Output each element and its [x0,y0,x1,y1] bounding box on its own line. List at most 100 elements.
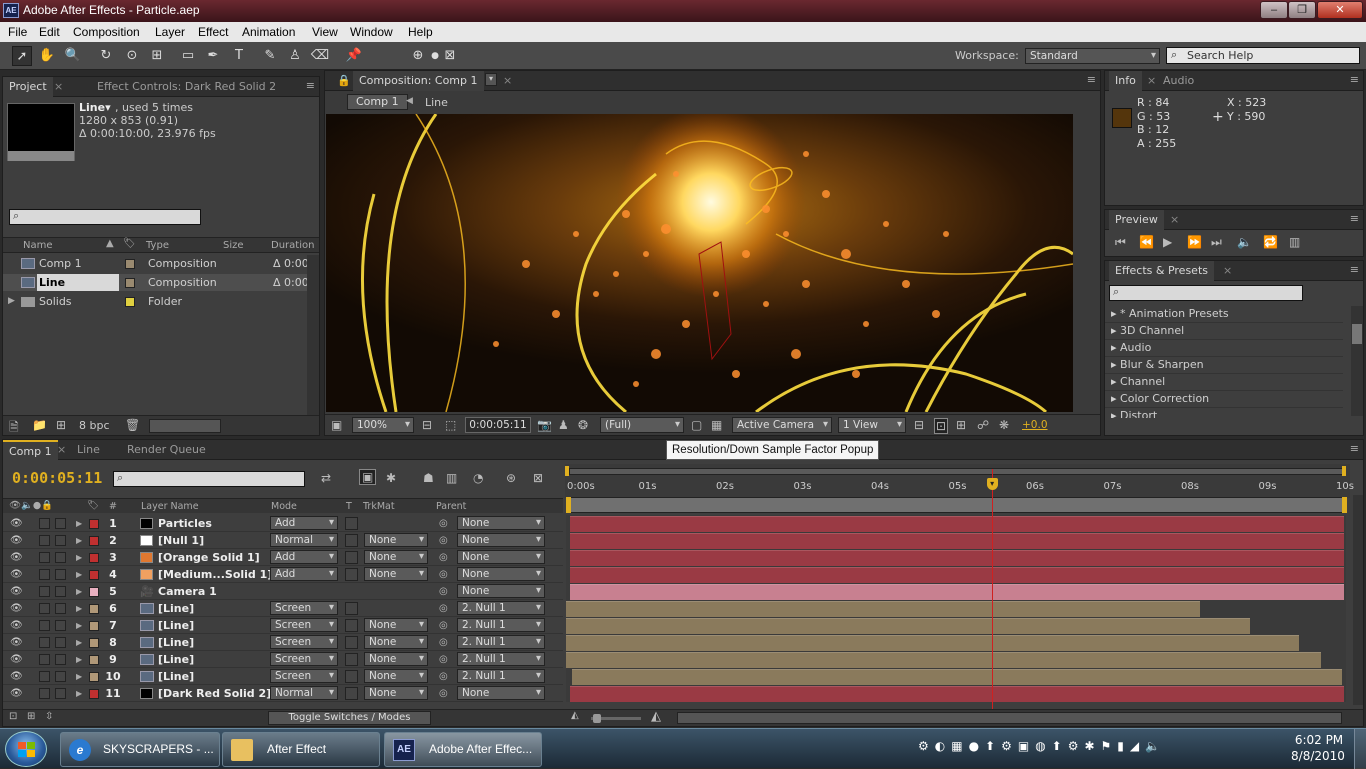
label-color[interactable] [89,536,99,546]
brainstorm-icon[interactable]: ⊛ [506,471,516,485]
active-camera-dropdown[interactable]: Active Camera [732,417,832,433]
preserve-transparency-checkbox[interactable] [345,568,358,581]
flowchart-icon[interactable]: ☍ [977,418,989,432]
track-matte-dropdown[interactable]: None [364,652,428,666]
breadcrumb-line[interactable]: Line [425,96,448,109]
preserve-transparency-checkbox[interactable] [345,602,358,615]
blend-mode-dropdown[interactable]: Add [270,550,338,564]
horizontal-scrollbar[interactable] [149,419,221,433]
expand-arrow-icon[interactable]: ▶ [8,293,15,310]
column-type[interactable]: Type [146,240,169,251]
panel-menu-icon[interactable]: ≡ [1087,73,1096,86]
frame-blending-icon[interactable]: ▥ [446,471,457,485]
panel-menu-icon[interactable]: ≡ [306,79,315,92]
expand-arrow-icon[interactable]: ▶ [76,668,82,685]
blend-mode-dropdown[interactable]: Normal [270,533,338,547]
eye-icon[interactable]: 👁 [10,668,23,685]
eye-icon[interactable]: 👁 [10,532,23,549]
layer-duration-bar[interactable] [569,516,1344,532]
first-frame-icon[interactable]: ⏮ [1115,235,1126,250]
audio-icon[interactable]: 🔈 [1237,235,1252,249]
expand-arrow-icon[interactable]: ▶ [76,600,82,617]
resolution-dropdown[interactable]: (Full) [600,417,684,433]
table-row[interactable]: 👁 ▶ 9 [Line] Screen None ◎ 2. Null 1 [3,651,563,668]
preserve-transparency-checkbox[interactable] [345,534,358,547]
zoom-in-icon[interactable]: ◭ [651,709,661,724]
blend-mode-dropdown[interactable]: Normal [270,686,338,700]
transfer-controls-icon[interactable]: ⊞ [27,711,35,722]
menu-edit[interactable]: Edit [39,25,60,39]
transparency-grid-icon[interactable]: ▦ [711,418,722,432]
layer-duration-bar[interactable] [566,618,1251,634]
blend-mode-dropdown[interactable]: Screen [270,669,338,683]
column-mode[interactable]: Mode [271,501,297,512]
system-tray-icons[interactable]: ⚙◐▦●⬆⚙▣◍⬆⚙✱⚑▮◢🔈 [918,739,1166,753]
list-item[interactable]: ▸ Distort [1105,408,1343,418]
label-color[interactable] [89,570,99,580]
playhead-line[interactable] [991,469,993,709]
pick-whip-icon[interactable]: ◎ [439,583,448,600]
channel-rgb-icon[interactable]: ❂ [578,418,588,432]
lock-switch[interactable] [55,671,66,682]
eye-icon[interactable]: 👁 [10,634,23,651]
navigator-end-handle[interactable] [1342,466,1346,476]
region-of-interest-icon[interactable]: ▢ [691,418,702,432]
pick-whip-icon[interactable]: ◎ [439,634,448,651]
graph-editor-icon[interactable]: ⊠ [533,471,543,485]
table-row[interactable]: 👁 ▶ 8 [Line] Screen None ◎ 2. Null 1 [3,634,563,651]
blend-mode-dropdown[interactable]: Screen [270,635,338,649]
solo-switch[interactable] [39,603,50,614]
view-axis-mode-icon[interactable]: ⊠ [440,46,460,66]
pick-whip-icon[interactable]: ◎ [439,668,448,685]
layer-duration-bar[interactable] [569,567,1344,583]
table-row[interactable]: 👁 ▶ 4 [Medium...Solid 1]Add None ◎ None [3,566,563,583]
lock-switch[interactable] [55,535,66,546]
label-color[interactable] [89,672,99,682]
preserve-transparency-checkbox[interactable] [345,653,358,666]
timeline-current-time[interactable]: 0:00:05:11 [12,469,102,487]
layer-switches-icon[interactable]: ⊡ [9,711,17,722]
column-duration[interactable]: Duration [271,240,314,251]
tab-comp1[interactable]: Comp 1 [3,440,58,460]
zoom-slider-thumb[interactable] [593,714,601,723]
show-desktop-button[interactable] [1354,729,1366,769]
menu-animation[interactable]: Animation [242,25,295,39]
maximize-button[interactable]: ❐ [1288,1,1316,19]
blend-mode-dropdown[interactable]: Add [270,567,338,581]
label-color[interactable] [89,587,99,597]
motion-blur-icon[interactable]: ◔ [473,471,483,485]
tab-project[interactable]: Project [3,77,53,97]
layer-duration-bar[interactable] [569,584,1344,600]
composition-viewer[interactable] [326,114,1073,412]
pick-whip-icon[interactable]: ◎ [439,600,448,617]
close-tab-icon[interactable]: × [1147,74,1156,87]
next-frame-icon[interactable]: ⏩ [1187,235,1202,249]
eye-icon[interactable]: 👁 [10,685,23,702]
expand-arrow-icon[interactable]: ▶ [76,634,82,651]
current-time-field[interactable]: 0:00:05:11 [465,417,531,433]
selection-tool-icon[interactable]: ➚ [12,46,32,66]
solo-switch[interactable] [39,518,50,529]
close-tab-icon[interactable]: × [1170,213,1179,226]
lock-switch[interactable] [55,654,66,665]
close-tab-icon[interactable]: × [503,74,512,87]
layer-name[interactable]: Particles [158,515,212,532]
column-t[interactable]: T [346,501,352,512]
expand-arrow-icon[interactable]: ▶ [76,617,82,634]
layer-duration-bar[interactable] [569,533,1344,549]
layer-name[interactable]: Camera 1 [158,583,217,600]
panel-menu-icon[interactable]: ≡ [1350,212,1359,225]
track-matte-dropdown[interactable]: None [364,669,428,683]
hide-shy-icon[interactable]: ☗ [423,471,434,485]
tab-info[interactable]: Info [1109,71,1142,91]
preserve-transparency-checkbox[interactable] [345,636,358,649]
eye-icon[interactable]: 👁 [10,515,23,532]
blend-mode-dropdown[interactable]: Add [270,516,338,530]
menu-composition[interactable]: Composition [73,25,140,39]
eye-icon[interactable]: 👁 [10,549,23,566]
work-area-start[interactable] [566,497,571,513]
parent-dropdown[interactable]: 2. Null 1 [457,669,545,683]
preserve-transparency-checkbox[interactable] [345,687,358,700]
panel-menu-icon[interactable]: ≡ [1350,263,1359,276]
layer-name[interactable]: [Dark Red Solid 2] [158,685,271,702]
